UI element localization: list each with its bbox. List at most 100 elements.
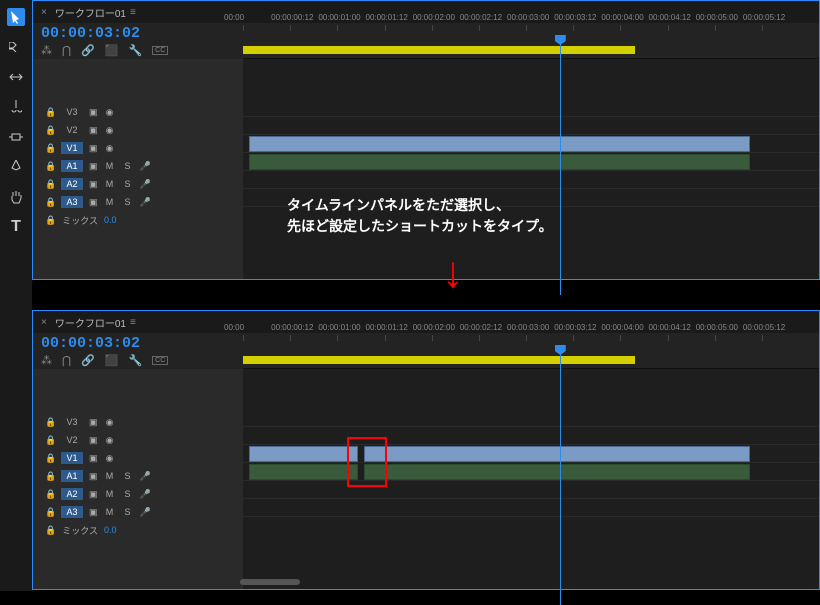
work-area-bar[interactable] [243,46,635,54]
lock-icon[interactable]: 🔒 [45,107,55,118]
track-header-v2[interactable]: 🔒V2▣◉ [33,431,243,449]
toggle-output-icon[interactable]: ▣ [89,453,98,464]
toggle-output-icon[interactable]: ▣ [89,471,98,482]
toggle-output-icon[interactable]: ▣ [89,161,98,172]
track-header-a1[interactable]: 🔒A1▣MS🎤 [33,467,243,485]
mic-icon[interactable]: 🎤 [140,197,152,208]
track-header-a2[interactable]: 🔒A2▣MS🎤 [33,485,243,503]
lock-icon[interactable]: 🔒 [45,215,56,226]
toggle-output-icon[interactable]: ▣ [89,143,98,154]
lock-icon[interactable]: 🔒 [45,125,55,136]
track-row-v1[interactable] [243,445,819,463]
mute-toggle[interactable]: M [104,197,116,207]
mix-value[interactable]: 0.0 [104,525,117,535]
track-header-v3[interactable]: 🔒V3▣◉ [33,103,243,121]
close-icon[interactable]: × [41,317,47,328]
mic-icon[interactable]: 🎤 [140,471,152,482]
lock-icon[interactable]: 🔒 [45,507,55,518]
nest-icon[interactable]: ⁂ [41,354,52,367]
lock-icon[interactable]: 🔒 [45,525,56,536]
track-select-tool[interactable] [7,38,25,56]
solo-toggle[interactable]: S [122,507,134,517]
marker-icon[interactable]: ⬛ [105,44,119,57]
solo-toggle[interactable]: S [122,179,134,189]
mute-toggle[interactable]: M [104,471,116,481]
panel-menu-icon[interactable]: ≡ [130,317,136,328]
timecode-display[interactable]: 00:00:03:02 [41,25,243,42]
eye-icon[interactable]: ◉ [104,125,116,136]
lock-icon[interactable]: 🔒 [45,143,55,154]
toggle-output-icon[interactable]: ▣ [89,435,98,446]
solo-toggle[interactable]: S [122,197,134,207]
toggle-output-icon[interactable]: ▣ [89,197,98,208]
ripple-edit-tool[interactable] [7,68,25,86]
track-header-a3[interactable]: 🔒A3▣MS🎤 [33,193,243,211]
snap-icon[interactable]: ⋂ [62,354,71,367]
lock-icon[interactable]: 🔒 [45,489,55,500]
lock-icon[interactable]: 🔒 [45,453,55,464]
mix-value[interactable]: 0.0 [104,215,117,225]
time-ruler[interactable]: 00:00 00:00:00:12 00:00:01:00 00:00:01:1… [243,23,819,59]
mic-icon[interactable]: 🎤 [140,179,152,190]
horizontal-scrollbar[interactable] [40,579,800,587]
settings-icon[interactable]: 🔧 [128,44,142,57]
track-header-v1[interactable]: 🔒V1▣◉ [33,449,243,467]
link-icon[interactable]: 🔗 [81,44,95,57]
toggle-output-icon[interactable]: ▣ [89,489,98,500]
audio-clip-1[interactable] [249,464,358,480]
razor-tool[interactable] [7,98,25,116]
track-row-v1[interactable] [243,135,819,153]
nest-icon[interactable]: ⁂ [41,44,52,57]
track-header-a3[interactable]: 🔒A3▣MS🎤 [33,503,243,521]
toggle-output-icon[interactable]: ▣ [89,417,98,428]
track-header-v1[interactable]: 🔒V1▣◉ [33,139,243,157]
mute-toggle[interactable]: M [104,179,116,189]
track-row-a2[interactable] [243,171,819,189]
track-row-v3[interactable] [243,99,819,117]
type-tool[interactable]: T [7,218,25,236]
toggle-output-icon[interactable]: ▣ [89,179,98,190]
video-clip-1[interactable] [249,446,358,462]
solo-toggle[interactable]: S [122,471,134,481]
snap-icon[interactable]: ⋂ [62,44,71,57]
toggle-output-icon[interactable]: ▣ [89,125,98,136]
lock-icon[interactable]: 🔒 [45,197,55,208]
slip-tool[interactable] [7,128,25,146]
pen-tool[interactable] [7,158,25,176]
track-row-a2[interactable] [243,481,819,499]
track-row-v2[interactable] [243,427,819,445]
track-row-v2[interactable] [243,117,819,135]
lock-icon[interactable]: 🔒 [45,179,55,190]
track-header-v2[interactable]: 🔒V2▣◉ [33,121,243,139]
track-row-v3[interactable] [243,409,819,427]
mic-icon[interactable]: 🎤 [140,507,152,518]
settings-icon[interactable]: 🔧 [128,354,142,367]
marker-icon[interactable]: ⬛ [105,354,119,367]
track-row-a1[interactable] [243,463,819,481]
time-ruler[interactable]: 00:00 00:00:00:12 00:00:01:00 00:00:01:1… [243,333,819,369]
video-clip[interactable] [249,136,750,152]
panel-menu-icon[interactable]: ≡ [130,7,136,18]
audio-clip-2[interactable] [364,464,750,480]
hand-tool[interactable] [7,188,25,206]
selection-tool[interactable] [7,8,25,26]
sequence-tab[interactable]: ワークフロー01 [55,5,126,20]
solo-toggle[interactable]: S [122,161,134,171]
lock-icon[interactable]: 🔒 [45,435,55,446]
audio-clip[interactable] [249,154,750,170]
cc-icon[interactable]: CC [152,356,168,365]
eye-icon[interactable]: ◉ [104,453,116,464]
mic-icon[interactable]: 🎤 [140,489,152,500]
lock-icon[interactable]: 🔒 [45,471,55,482]
lock-icon[interactable]: 🔒 [45,417,55,428]
link-icon[interactable]: 🔗 [81,354,95,367]
work-area-bar[interactable] [243,356,635,364]
track-header-a2[interactable]: 🔒A2▣MS🎤 [33,175,243,193]
track-content-area[interactable] [243,59,819,279]
track-header-a1[interactable]: 🔒A1▣MS🎤 [33,157,243,175]
cc-icon[interactable]: CC [152,46,168,55]
video-clip-2[interactable] [364,446,750,462]
track-row-a1[interactable] [243,153,819,171]
mute-toggle[interactable]: M [104,161,116,171]
playhead[interactable] [560,345,561,605]
